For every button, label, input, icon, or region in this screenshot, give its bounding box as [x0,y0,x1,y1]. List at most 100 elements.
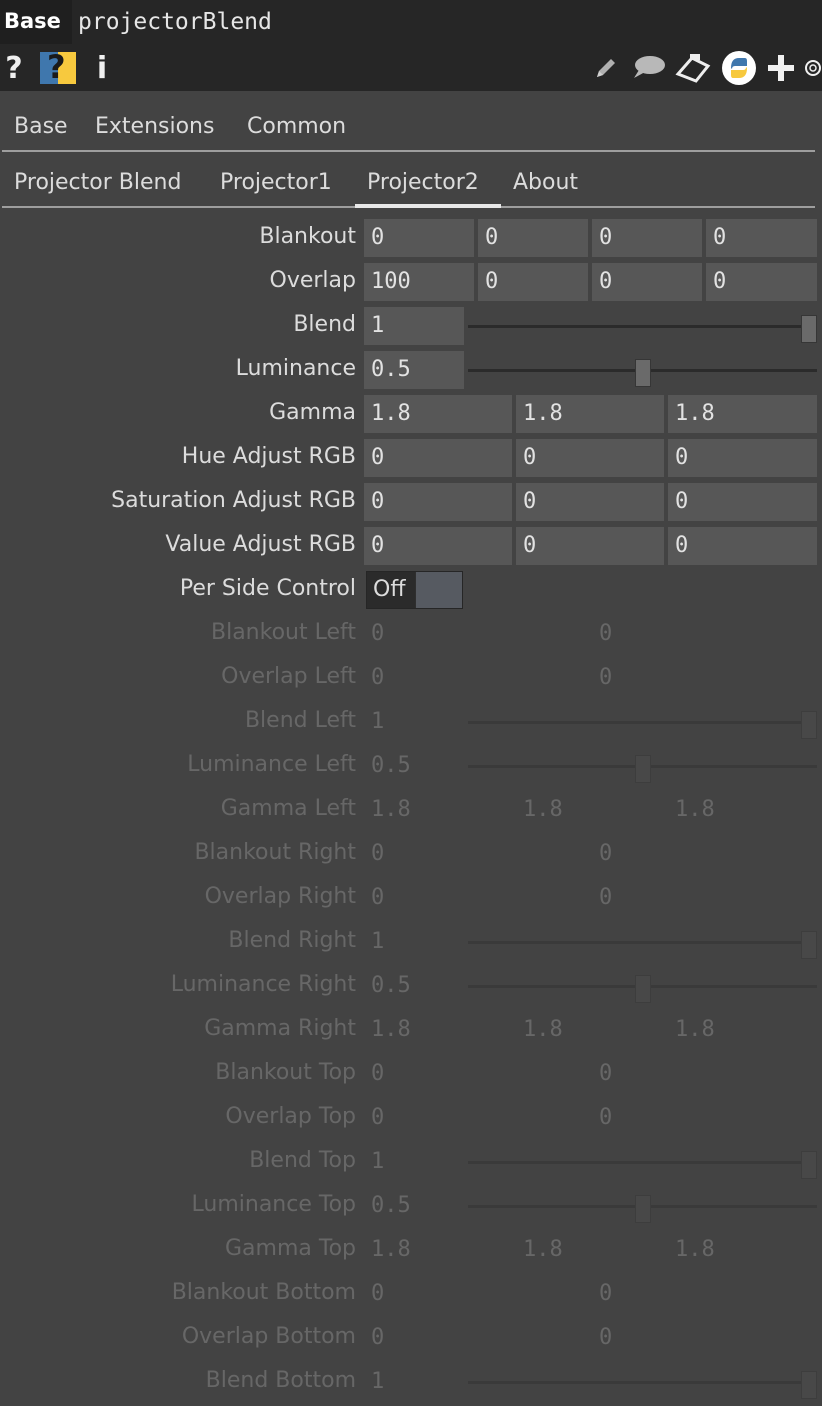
param-label: Luminance [235,356,356,381]
slider-track [468,1161,817,1164]
toggle-state-label: Off [367,572,415,608]
param-label: Overlap Left [221,664,356,689]
tab-projector2[interactable]: Projector2 [367,170,479,195]
param-field: 1.8 [675,1237,715,1262]
param-field[interactable]: 0 [592,219,702,257]
param-field: 1 [371,1369,385,1394]
param-blend-bottom: Blend Bottom 1 [0,1362,822,1406]
param-gamma-right: Gamma Right 1.8 1.8 1.8 [0,1010,822,1054]
param-blend-left: Blend Left 1 [0,702,822,746]
param-overlap-left: Overlap Left 0 0 [0,658,822,702]
param-field[interactable]: 0 [592,263,702,301]
param-field[interactable]: 1 [364,307,464,345]
edit-icon[interactable] [590,50,622,86]
param-label: Blankout Right [194,840,356,865]
param-luminance: Luminance 0.5 [0,350,822,394]
param-field: 0.5 [371,973,411,998]
param-gamma-left: Gamma Left 1.8 1.8 1.8 [0,790,822,834]
param-blend-right: Blend Right 1 [0,922,822,966]
slider-handle[interactable] [801,315,817,343]
param-overlap-bottom: Overlap Bottom 0 0 [0,1318,822,1362]
param-field: 1.8 [371,1017,411,1042]
param-blankout: Blankout 0 0 0 0 [0,218,822,262]
param-field[interactable]: 0 [668,483,817,521]
param-blend-top: Blend Top 1 [0,1142,822,1186]
per-side-toggle[interactable]: Off [366,571,463,609]
tab-extensions[interactable]: Extensions [95,114,214,139]
slider-track[interactable] [468,325,817,328]
param-field: 1.8 [523,1017,563,1042]
param-label: Blend [293,312,356,337]
op-name-field[interactable]: projectorBlend [72,0,822,44]
param-field[interactable]: 1.8 [668,395,817,433]
tab-base[interactable]: Base [14,114,68,139]
param-blankout-bottom: Blankout Bottom 0 0 [0,1274,822,1318]
param-overlap: Overlap 100 0 0 0 [0,262,822,306]
param-field[interactable]: 1.8 [364,395,512,433]
param-field[interactable]: 0 [478,263,588,301]
param-field: 1 [371,709,385,734]
param-label: Gamma Top [225,1236,356,1261]
param-blend: Blend 1 [0,306,822,350]
param-field[interactable]: 0 [516,483,664,521]
tab-common[interactable]: Common [247,114,346,139]
param-luminance-left: Luminance Left 0.5 [0,746,822,790]
tab-projector-blend[interactable]: Projector Blend [14,170,181,195]
param-field[interactable]: 0 [364,219,474,257]
param-field[interactable]: 1.8 [516,395,664,433]
slider-handle [801,1371,817,1399]
comment-icon[interactable] [630,50,668,86]
help-glyph: ? [5,50,23,86]
info-icon[interactable]: i [92,50,112,86]
param-label: Blend Left [244,708,356,733]
param-field: 0 [599,885,613,910]
param-label: Hue Adjust RGB [181,444,356,469]
param-label: Blankout Top [215,1060,356,1085]
param-field: 0 [371,841,385,866]
param-label: Luminance Right [170,972,356,997]
param-field[interactable]: 0.5 [364,351,464,389]
param-field: 1.8 [523,797,563,822]
param-field: 0.5 [371,753,411,778]
param-field[interactable]: 0 [516,527,664,565]
slider-handle [634,755,651,783]
slider-track [468,1381,817,1384]
slider-handle [801,1151,817,1179]
slider-track [468,721,817,724]
param-field: 0 [371,1105,385,1130]
param-field: 1.8 [675,1017,715,1042]
slider-handle [801,931,817,959]
param-field[interactable]: 0 [706,263,817,301]
python-help-icon[interactable]: ? [38,48,78,86]
param-luminance-right: Luminance Right 0.5 [0,966,822,1010]
toggle-knob [416,572,462,608]
info-glyph: i [96,50,108,86]
param-field[interactable]: 0 [668,439,817,477]
param-field[interactable]: 100 [364,263,474,301]
param-field[interactable]: 0 [706,219,817,257]
param-field: 1.8 [371,797,411,822]
add-icon[interactable] [764,50,798,86]
param-field: 0 [599,841,613,866]
tab-about[interactable]: About [513,170,578,195]
param-value-adjust: Value Adjust RGB 0 0 0 [0,526,822,570]
clipboard-icon[interactable] [674,50,712,86]
param-field: 0 [599,1105,613,1130]
python-icon[interactable] [720,50,758,86]
param-label: Blankout [259,224,356,249]
param-field[interactable]: 0 [478,219,588,257]
param-field[interactable]: 0 [364,483,512,521]
param-label: Blend Top [249,1148,356,1173]
param-field[interactable]: 0 [516,439,664,477]
slider-handle[interactable] [634,359,651,387]
param-field: 0 [371,1061,385,1086]
help-icon[interactable]: ? [2,50,26,86]
param-field: 0 [371,621,385,646]
param-field[interactable]: 0 [668,527,817,565]
settings-icon[interactable] [804,50,822,86]
param-label: Blankout Left [211,620,356,645]
param-label: Gamma Left [220,796,356,821]
param-field[interactable]: 0 [364,439,512,477]
tab-projector1[interactable]: Projector1 [220,170,332,195]
param-field[interactable]: 0 [364,527,512,565]
